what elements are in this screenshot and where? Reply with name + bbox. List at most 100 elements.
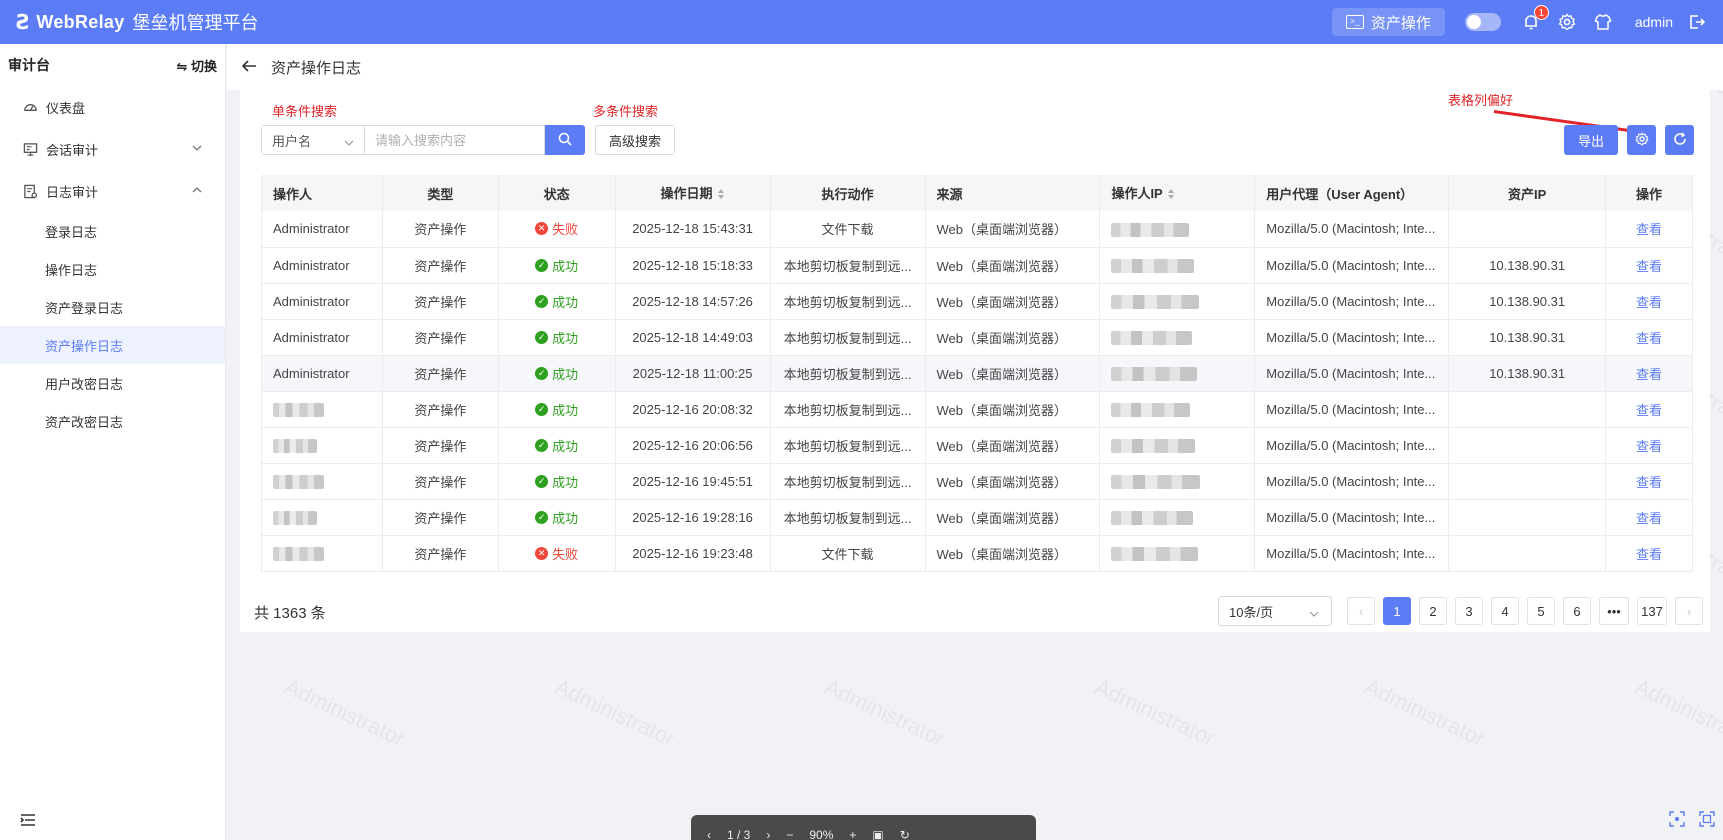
cell-user-agent: Mozilla/5.0 (Macintosh; Inte... xyxy=(1254,499,1450,536)
sidebar-item-session-audit[interactable]: 会话审计 xyxy=(0,128,225,170)
cell-asset-ip xyxy=(1448,211,1607,248)
back-arrow-icon[interactable] xyxy=(241,59,257,76)
prev-page-icon[interactable]: ‹ xyxy=(707,828,711,840)
username[interactable]: admin xyxy=(1635,14,1673,30)
sort-icon[interactable] xyxy=(1167,188,1175,203)
status-label: 成功 xyxy=(552,438,579,454)
view-link[interactable]: 查看 xyxy=(1636,367,1662,382)
redacted-ip xyxy=(1111,402,1191,417)
collapse-menu-icon[interactable] xyxy=(20,813,36,830)
sort-icon[interactable] xyxy=(717,188,725,203)
cell-operation: 查看 xyxy=(1605,283,1693,320)
redacted-operator xyxy=(273,402,324,417)
scan-icon[interactable] xyxy=(1699,811,1715,830)
view-link[interactable]: 查看 xyxy=(1636,547,1662,562)
column-header-source: 来源 xyxy=(925,175,1101,211)
rotate-icon[interactable]: ↻ xyxy=(900,828,910,840)
table-row[interactable]: 资产操作 ✕ 失败 2025-12-16 19:23:48 文件下载 Web（桌面端浏览器… xyxy=(261,535,1693,572)
status-badge: ✓ 成功 xyxy=(535,292,578,311)
view-link[interactable]: 查看 xyxy=(1636,475,1662,490)
status-label: 成功 xyxy=(552,366,579,382)
search-button[interactable] xyxy=(545,125,585,155)
prev-page-button[interactable]: ‹ xyxy=(1347,597,1375,625)
annotation-multi-search: 多条件搜索 xyxy=(593,104,659,119)
table-row[interactable]: Administrator 资产操作 ✕ 失败 2025-12-18 15:43:31 文… xyxy=(261,211,1693,248)
view-link[interactable]: 查看 xyxy=(1636,295,1662,310)
page-button[interactable]: 3 xyxy=(1455,597,1483,625)
page-button[interactable]: 4 xyxy=(1491,597,1519,625)
next-page-button[interactable]: › xyxy=(1675,597,1703,625)
table-row[interactable]: Administrator 资产操作 ✓ 成功 2025-12-18 14:57:26 本… xyxy=(261,283,1693,320)
search-input[interactable] xyxy=(365,125,545,155)
status-label: 成功 xyxy=(552,474,579,490)
refresh-button[interactable] xyxy=(1665,125,1694,155)
view-link[interactable]: 查看 xyxy=(1636,511,1662,526)
page-size-select[interactable]: 10条/页 xyxy=(1218,596,1332,626)
settings-gear-icon[interactable] xyxy=(1557,12,1577,32)
shirt-theme-icon[interactable] xyxy=(1593,12,1613,32)
table-row[interactable]: 资产操作 ✓ 成功 2025-12-16 20:06:56 本地剪切板复制到远... We… xyxy=(261,427,1693,464)
redacted-ip xyxy=(1111,294,1200,309)
page-button[interactable]: 5 xyxy=(1527,597,1555,625)
table-row[interactable]: Administrator 资产操作 ✓ 成功 2025-12-18 11:00:25 本… xyxy=(261,355,1693,392)
sidebar-item-asset-password-log[interactable]: 资产改密日志 xyxy=(0,402,225,440)
cell-asset-ip xyxy=(1448,463,1607,500)
screenshot-icon[interactable] xyxy=(1669,811,1685,830)
sidebar-item-asset-operation-log[interactable]: 资产操作日志 xyxy=(0,326,225,364)
switch-button[interactable]: ⇋ 切换 xyxy=(176,56,217,75)
export-button[interactable]: 导出 xyxy=(1564,125,1618,155)
page-button[interactable]: 2 xyxy=(1419,597,1447,625)
notification-bell-icon[interactable]: 1 xyxy=(1521,5,1549,32)
next-page-icon[interactable]: › xyxy=(766,828,770,840)
zoom-out-icon[interactable]: − xyxy=(786,828,793,840)
page-button[interactable]: 1 xyxy=(1383,597,1411,625)
cell-user-agent: Mozilla/5.0 (Macintosh; Inte... xyxy=(1254,247,1450,284)
table-row[interactable]: 资产操作 ✓ 成功 2025-12-16 20:08:32 本地剪切板复制到远... We… xyxy=(261,391,1693,428)
page-button[interactable]: 6 xyxy=(1563,597,1591,625)
sidebar-item-dashboard[interactable]: 仪表盘 xyxy=(0,86,225,128)
advanced-search-button[interactable]: 高级搜索 xyxy=(595,125,675,155)
table-row[interactable]: Administrator 资产操作 ✓ 成功 2025-12-18 14:49:03 本… xyxy=(261,319,1693,356)
view-link[interactable]: 查看 xyxy=(1636,259,1662,274)
sidebar-item-asset-login-log[interactable]: 资产登录日志 xyxy=(0,288,225,326)
cell-asset-ip xyxy=(1448,535,1607,572)
view-link[interactable]: 查看 xyxy=(1636,222,1662,237)
asset-operation-button[interactable]: >_ 资产操作 xyxy=(1331,8,1445,36)
fit-page-icon[interactable]: ▣ xyxy=(872,828,883,840)
table-row[interactable]: 资产操作 ✓ 成功 2025-12-16 19:28:16 本地剪切板复制到远... We… xyxy=(261,499,1693,536)
check-circle-icon: ✓ xyxy=(535,474,549,488)
view-link[interactable]: 查看 xyxy=(1636,403,1662,418)
status-badge: ✓ 成功 xyxy=(535,472,578,491)
table-row[interactable]: Administrator 资产操作 ✓ 成功 2025-12-18 15:18:33 本… xyxy=(261,247,1693,284)
column-header-date[interactable]: 操作日期 xyxy=(615,175,771,211)
cell-action: 本地剪切板复制到远... xyxy=(770,427,926,464)
sidebar-item-operation-log[interactable]: 操作日志 xyxy=(0,250,225,288)
cell-type: 资产操作 xyxy=(382,427,499,464)
cell-status: ✓ 成功 xyxy=(498,283,616,320)
pdf-page-indicator: 1 / 3 xyxy=(727,828,751,840)
table-row[interactable]: 资产操作 ✓ 成功 2025-12-16 19:45:51 本地剪切板复制到远... We… xyxy=(261,463,1693,500)
refresh-icon xyxy=(1673,131,1687,149)
search-field-select[interactable]: 用户名 xyxy=(261,125,365,155)
redacted-ip xyxy=(1111,546,1199,561)
column-settings-button[interactable] xyxy=(1627,125,1656,155)
sidebar-item-log-audit[interactable]: 日志审计 xyxy=(0,170,225,212)
cell-date: 2025-12-16 19:23:48 xyxy=(615,535,771,572)
column-header-operation: 操作 xyxy=(1605,175,1693,211)
theme-toggle[interactable] xyxy=(1464,13,1501,31)
cell-operation: 查看 xyxy=(1605,211,1693,248)
annotation-single-search: 单条件搜索 xyxy=(272,104,338,119)
brand-subtitle: 堡垒机管理平台 xyxy=(132,13,259,33)
column-header-operator-ip[interactable]: 操作人IP xyxy=(1099,175,1256,211)
sidebar-item-user-password-log[interactable]: 用户改密日志 xyxy=(0,364,225,402)
view-link[interactable]: 查看 xyxy=(1636,439,1662,454)
zoom-in-icon[interactable]: + xyxy=(849,828,856,840)
cell-operator-ip xyxy=(1099,463,1256,500)
chevron-up-icon xyxy=(191,184,203,199)
page-button[interactable]: 137 xyxy=(1637,597,1667,625)
logout-icon[interactable] xyxy=(1687,12,1707,32)
sidebar-item-login-log[interactable]: 登录日志 xyxy=(0,212,225,250)
view-link[interactable]: 查看 xyxy=(1636,331,1662,346)
page-ellipsis[interactable]: ••• xyxy=(1599,597,1629,625)
logo[interactable]: Ƨ WebRelay 堡垒机管理平台 xyxy=(16,9,259,35)
